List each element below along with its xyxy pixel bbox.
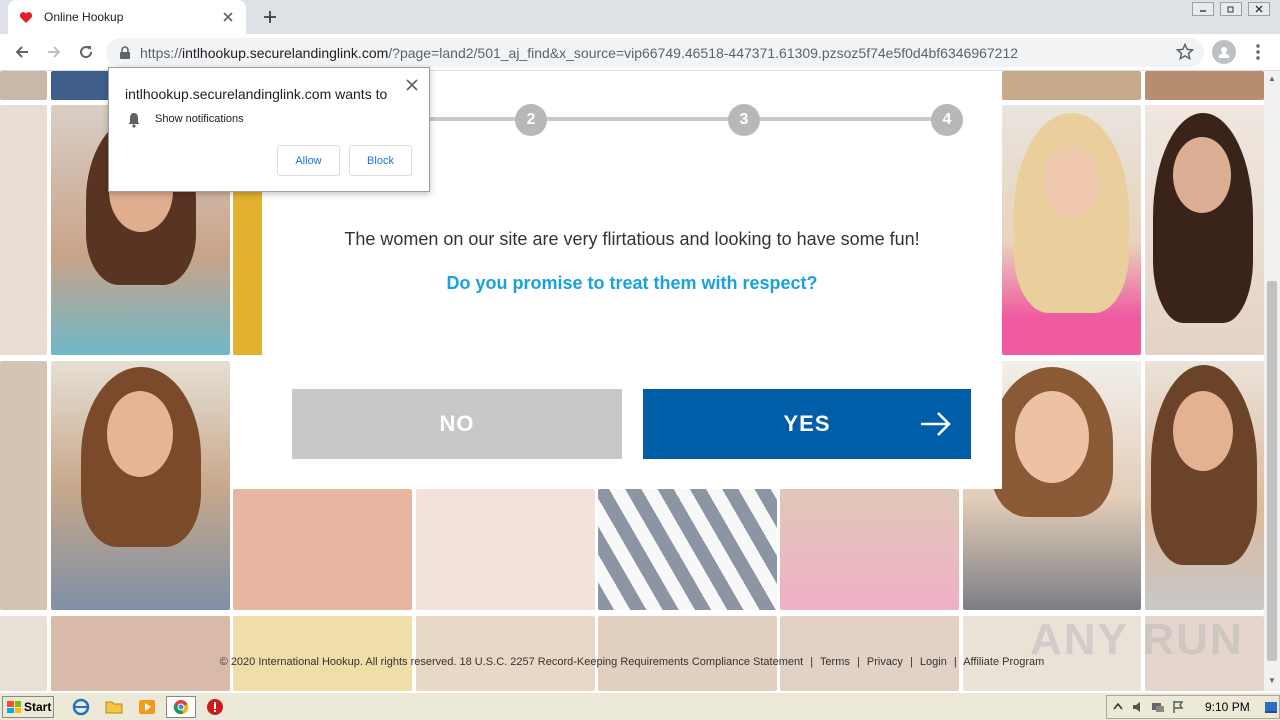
- tab-strip: Online Hookup: [0, 0, 1280, 34]
- yes-button[interactable]: YES: [643, 389, 971, 459]
- footer-copyright: © 2020 International Hookup. All rights …: [219, 656, 457, 668]
- scroll-up-icon[interactable]: ▲: [1268, 75, 1276, 83]
- photo-tile: [598, 616, 777, 691]
- no-button-label: NO: [439, 411, 475, 436]
- photo-tile: [780, 489, 959, 610]
- more-menu-icon[interactable]: [1248, 41, 1268, 63]
- flag-icon[interactable]: [1171, 700, 1185, 714]
- login-link[interactable]: Login: [920, 656, 947, 668]
- photo-tile: [0, 361, 47, 610]
- allow-button[interactable]: Allow: [277, 145, 340, 176]
- start-button[interactable]: Start: [2, 696, 54, 718]
- popup-title: intlhookup.securelandinglink.com wants t…: [125, 86, 388, 102]
- volume-icon[interactable]: [1131, 700, 1145, 714]
- new-tab-button[interactable]: [258, 5, 282, 29]
- system-tray: 9:10 PM: [1106, 695, 1280, 719]
- tab-online-hookup[interactable]: Online Hookup: [8, 0, 246, 34]
- url-text[interactable]: https://intlhookup.securelandinglink.com…: [140, 45, 1018, 61]
- show-desktop-icon[interactable]: [1264, 700, 1278, 714]
- step-indicator: 2: [515, 104, 547, 136]
- tab-title: Online Hookup: [44, 10, 124, 24]
- windows-logo-icon: [7, 701, 21, 713]
- reload-icon[interactable]: [74, 40, 98, 64]
- chrome-icon: [173, 700, 189, 715]
- chrome-taskbar-button[interactable]: [166, 696, 196, 718]
- back-arrow-icon[interactable]: [10, 40, 34, 64]
- address-bar[interactable]: https://intlhookup.securelandinglink.com…: [106, 38, 1204, 67]
- url-scheme: https://: [140, 44, 183, 61]
- modal-question: Do you promise to treat them with respec…: [446, 273, 818, 293]
- forward-arrow-icon[interactable]: [42, 40, 66, 64]
- photo-tile: [1002, 105, 1141, 355]
- photo-tile: [598, 489, 777, 610]
- url-path: /?page=land2/501_aj_find&x_source=vip667…: [388, 44, 1019, 61]
- minimize-icon[interactable]: [1192, 2, 1214, 16]
- tray-expand-icon[interactable]: [1111, 700, 1125, 714]
- close-tab-icon[interactable]: [220, 9, 236, 25]
- photo-tile: [416, 616, 595, 691]
- close-popup-icon[interactable]: [405, 78, 419, 92]
- watermark-logo: ANY RUN: [1030, 615, 1244, 664]
- start-label: Start: [24, 700, 52, 714]
- footer-separator: |: [953, 656, 957, 668]
- close-window-icon[interactable]: [1248, 2, 1270, 16]
- browser-toolbar: https://intlhookup.securelandinglink.com…: [0, 34, 1280, 71]
- photo-tile: [1145, 71, 1264, 100]
- media-player-icon[interactable]: [138, 698, 156, 716]
- modal-message: The women on our site are very flirtatio…: [344, 229, 920, 249]
- notification-permission-popup: intlhookup.securelandinglink.com wants t…: [108, 67, 430, 192]
- photo-tile: [0, 105, 47, 355]
- restore-icon[interactable]: [1220, 2, 1242, 16]
- photo-tile: [51, 361, 230, 610]
- warning-shield-icon[interactable]: [206, 698, 224, 716]
- privacy-link[interactable]: Privacy: [867, 656, 903, 668]
- photo-tile: [1002, 71, 1141, 100]
- photo-tile: [0, 616, 47, 691]
- photo-tile: [0, 71, 47, 100]
- window-controls: [1192, 2, 1270, 16]
- url-host: intlhookup.securelandinglink.com: [182, 44, 389, 61]
- photo-tile: [233, 616, 412, 691]
- photo-tile: [780, 616, 959, 691]
- arrow-right-icon: [921, 412, 951, 436]
- yes-button-label: YES: [783, 411, 831, 436]
- page-scrollbar[interactable]: ▲ ▼: [1264, 71, 1280, 691]
- folder-icon[interactable]: [105, 698, 123, 716]
- network-icon[interactable]: [1151, 700, 1165, 714]
- scroll-down-icon[interactable]: ▼: [1268, 677, 1276, 685]
- bookmark-star-icon[interactable]: [1174, 41, 1196, 63]
- step-indicator: 4: [931, 104, 963, 136]
- profile-avatar-icon[interactable]: [1212, 40, 1236, 64]
- lock-icon[interactable]: [118, 45, 132, 60]
- photo-tile: [1145, 105, 1264, 355]
- step-indicator: 3: [728, 104, 760, 136]
- photo-tile: [416, 489, 595, 610]
- photo-tile: [233, 489, 412, 610]
- internet-explorer-icon[interactable]: [72, 698, 90, 716]
- windows-taskbar: Start 9:10 PM: [0, 692, 1280, 720]
- footer-separator: |: [856, 656, 860, 668]
- footer-separator: |: [810, 656, 814, 668]
- heart-icon: [18, 9, 34, 25]
- footer-separator: |: [910, 656, 913, 668]
- permission-label: Show notifications: [155, 113, 244, 125]
- photo-tile: [51, 71, 111, 100]
- terms-link[interactable]: Terms: [820, 656, 850, 668]
- bell-icon: [128, 113, 140, 128]
- block-button[interactable]: Block: [349, 145, 412, 176]
- no-button[interactable]: NO: [292, 389, 622, 459]
- photo-tile: [51, 616, 230, 691]
- compliance-link[interactable]: 18 U.S.C. 2257 Record-Keeping Requiremen…: [460, 656, 804, 668]
- taskbar-clock: 9:10 PM: [1205, 700, 1250, 714]
- photo-tile: [1145, 361, 1264, 610]
- scroll-thumb[interactable]: [1267, 281, 1277, 661]
